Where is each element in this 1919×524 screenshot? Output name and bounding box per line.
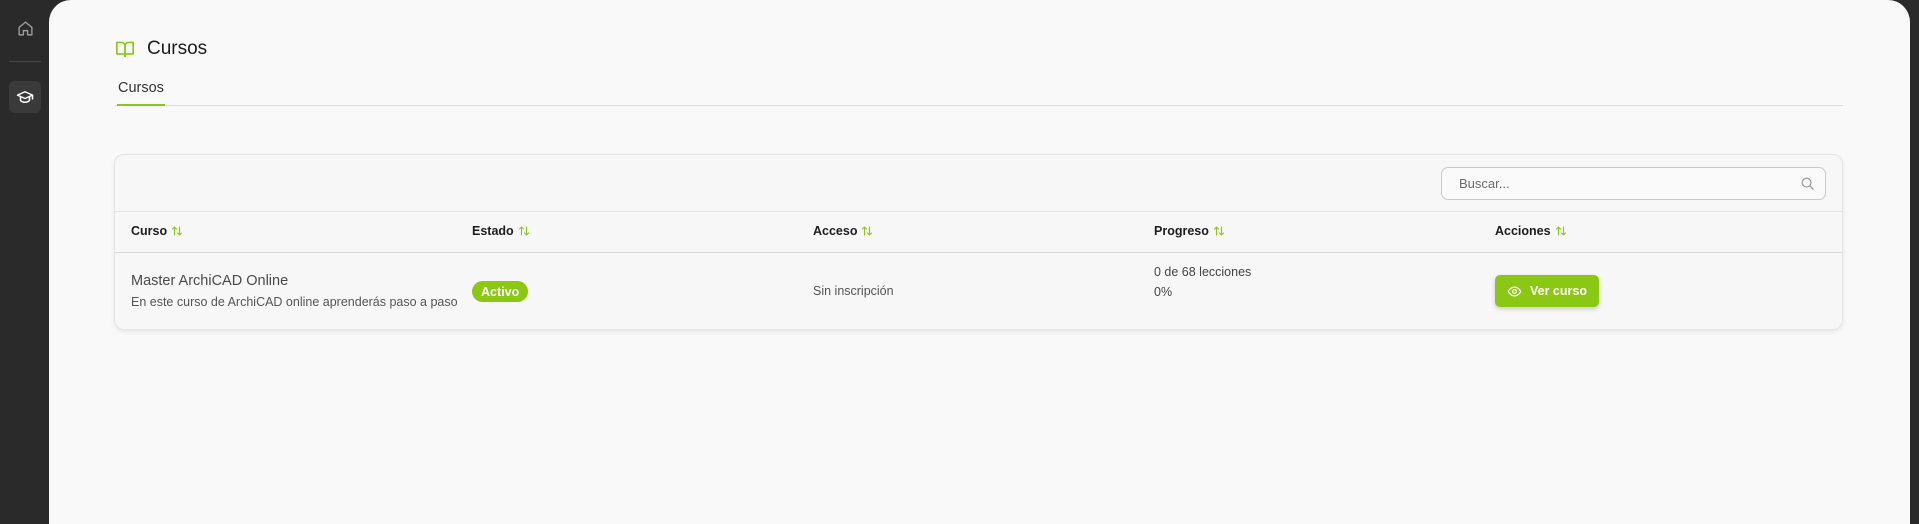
course-description: En este curso de ArchiCAD online aprende… bbox=[131, 295, 458, 309]
view-course-label: Ver curso bbox=[1530, 284, 1587, 298]
column-header-curso[interactable]: Curso bbox=[131, 224, 183, 238]
progress-percent: 0% bbox=[1154, 285, 1173, 299]
table-header: Curso Estado Acceso Progreso Acciones bbox=[115, 211, 1842, 253]
column-header-progreso[interactable]: Progreso bbox=[1154, 224, 1225, 238]
sidebar-item-courses[interactable] bbox=[9, 81, 41, 113]
table-row: Master ArchiCAD Online En este curso de … bbox=[115, 253, 1842, 330]
search-box bbox=[1441, 167, 1826, 200]
column-header-estado[interactable]: Estado bbox=[472, 224, 530, 238]
eye-icon bbox=[1507, 286, 1522, 296]
rail-divider bbox=[9, 61, 41, 62]
search-icon bbox=[1801, 177, 1814, 190]
sort-icon bbox=[518, 226, 529, 236]
sort-icon bbox=[1213, 226, 1224, 236]
graduation-cap-icon bbox=[16, 91, 34, 103]
tab-cursos[interactable]: Cursos bbox=[117, 80, 165, 106]
page-header: Cursos bbox=[115, 38, 207, 60]
sort-icon bbox=[1555, 226, 1566, 236]
status-badge: Activo bbox=[472, 281, 529, 302]
page-title: Cursos bbox=[147, 38, 208, 59]
left-rail bbox=[0, 0, 49, 524]
access-status: Sin inscripción bbox=[813, 284, 894, 298]
column-header-acceso[interactable]: Acceso bbox=[813, 224, 873, 238]
column-header-acciones[interactable]: Acciones bbox=[1495, 224, 1567, 238]
view-course-button[interactable]: Ver curso bbox=[1495, 275, 1599, 307]
main-content: Cursos Cursos Curso Estado Acceso bbox=[49, 0, 1910, 524]
sidebar-item-home[interactable] bbox=[9, 12, 41, 44]
course-title: Master ArchiCAD Online bbox=[131, 273, 289, 289]
search-input[interactable] bbox=[1442, 168, 1825, 199]
courses-table-card: Curso Estado Acceso Progreso Acciones Ma… bbox=[114, 154, 1843, 330]
home-icon bbox=[17, 20, 33, 36]
book-open-icon bbox=[116, 41, 134, 58]
tab-bar: Cursos bbox=[115, 80, 1843, 106]
sort-icon bbox=[172, 226, 183, 236]
sort-icon bbox=[862, 226, 873, 236]
progress-lessons: 0 de 68 lecciones bbox=[1154, 265, 1252, 279]
